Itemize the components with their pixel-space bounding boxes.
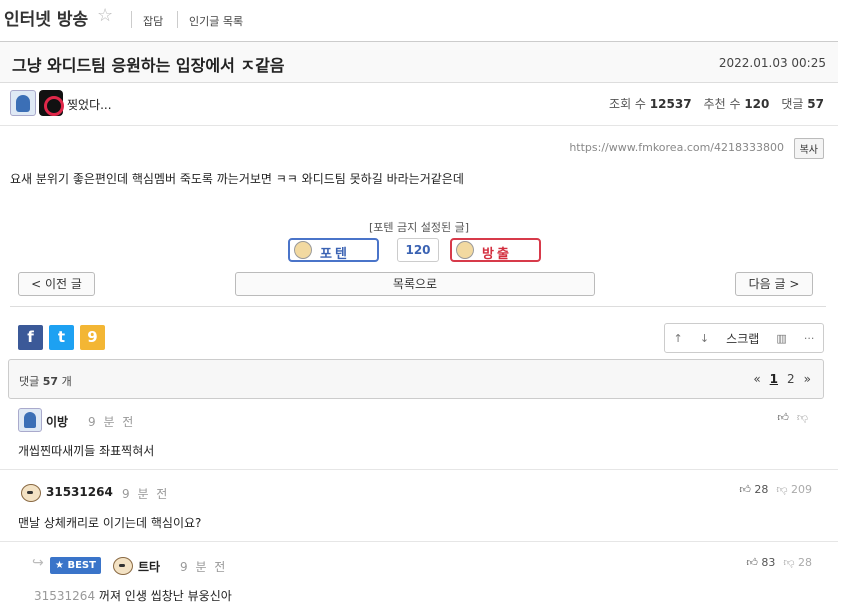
comment-item: 이방 9 분 전 👍︎ 👎︎ 개씹찐따새끼들 좌표찍혀서	[0, 400, 838, 470]
comment-count: 댓글 57 개	[19, 375, 72, 388]
views-stat: 조회 수 12537	[609, 97, 692, 111]
comment-text: 맨날 상체캐리로 이기는데 핵심이요?	[18, 516, 202, 530]
next-post-button[interactable]: 다음 글 >	[735, 272, 813, 296]
post-tools: ↑ ↓ 스크랩 ▥ ···	[664, 323, 824, 353]
upvote-count[interactable]: 👍︎ 83	[746, 556, 775, 569]
comment-pager: « 1 2 »	[753, 372, 811, 386]
arrow-up-icon[interactable]: ↑	[674, 332, 683, 345]
avatar[interactable]	[39, 90, 64, 116]
level-icon	[10, 90, 36, 116]
permalink-url[interactable]: https://www.fmkorea.com/4218333800	[569, 141, 784, 154]
author-name[interactable]: 찢었다...	[67, 96, 112, 113]
chart-icon[interactable]: ▥	[776, 332, 786, 345]
comment-author[interactable]: 트타	[138, 558, 160, 575]
category-link[interactable]: 잡담	[143, 13, 163, 29]
avatar[interactable]	[18, 480, 42, 504]
downvote-count[interactable]: 👎︎ 209	[776, 483, 812, 496]
top-bar: 인터넷 방송 ☆ 잡담 인기글 목록	[0, 0, 848, 40]
thumbs-up-icon[interactable]: 👍︎	[777, 411, 789, 424]
post-body: 요새 분위기 좋은편인데 핵심멤버 죽도록 까는거보면 ㅋㅋ 와디드팀 못하길 …	[10, 172, 464, 186]
comment-text: 개씹찐따새끼들 좌표찍혀서	[18, 444, 155, 458]
comment-item: 31531264 9 분 전 👍︎ 28 👎︎ 209 맨날 상체캐리로 이기는…	[0, 471, 838, 542]
post-meta: 찢었다... 조회 수 12537 추천 수 120 댓글 57	[0, 84, 838, 126]
upvote-label: 포텐	[320, 247, 350, 262]
downvote-label: 방출	[482, 247, 512, 262]
twitter-share-icon[interactable]: t	[49, 325, 74, 350]
facebook-share-icon[interactable]: f	[18, 325, 43, 350]
reply-arrow-icon: ↪	[32, 555, 44, 571]
thumbs-up-face-icon	[294, 241, 312, 259]
comment-time: 9 분 전	[122, 487, 170, 501]
comment-author[interactable]: 31531264	[46, 485, 113, 499]
popular-list-link[interactable]: 인기글 목록	[189, 13, 243, 29]
downvote-count[interactable]: 👎︎ 28	[783, 556, 812, 569]
more-icon[interactable]: ···	[804, 332, 815, 345]
vote-count: 120	[397, 238, 439, 262]
star-icon[interactable]: ☆	[97, 5, 113, 26]
avatar[interactable]	[110, 553, 134, 577]
comment-votes: 👍︎ 👎︎	[777, 411, 808, 424]
comment-votes: 👍︎ 28 👎︎ 209	[739, 483, 812, 496]
post-date: 2022.01.03 00:25	[718, 56, 826, 70]
recommends-stat: 추천 수 120	[703, 97, 770, 111]
prev-post-button[interactable]: < 이전 글	[18, 272, 95, 296]
comment-time: 9 분 전	[180, 560, 228, 574]
post-title: 그냥 와디드팀 응원하는 입장에서 ㅈ같음	[12, 56, 285, 75]
divider	[177, 11, 178, 28]
reply-comment-item: ↪ ★ BEST 트타 9 분 전 👍︎ 83 👎︎ 28 31531264 꺼…	[0, 543, 838, 609]
board-title[interactable]: 인터넷 방송	[4, 5, 88, 30]
kakao-share-icon[interactable]: 9	[80, 325, 105, 350]
upvote-count[interactable]: 👍︎ 28	[739, 483, 768, 496]
pager-next[interactable]: »	[804, 372, 811, 386]
post-stats: 조회 수 12537 추천 수 120 댓글 57	[609, 95, 824, 112]
reply-target[interactable]: 31531264	[34, 589, 95, 603]
divider	[131, 11, 132, 28]
scrap-button[interactable]: 스크랩	[726, 330, 759, 347]
thumbs-down-icon[interactable]: 👎︎	[797, 411, 808, 424]
comment-time: 9 분 전	[88, 415, 136, 429]
list-button[interactable]: 목록으로	[235, 272, 595, 296]
comment-text: 31531264 꺼져 인생 씹창난 뷰웅신아	[34, 589, 232, 603]
upvote-button[interactable]: 포텐	[288, 238, 379, 262]
comment-votes: 👍︎ 83 👎︎ 28	[746, 556, 812, 569]
comments-stat: 댓글 57	[781, 97, 824, 111]
best-badge: ★ BEST	[50, 557, 101, 574]
pager-prev[interactable]: «	[753, 372, 760, 386]
comment-author[interactable]: 이방	[46, 413, 68, 430]
no-foten-notice: [포텐 금지 설정된 글]	[368, 221, 470, 234]
page-link[interactable]: 1	[770, 372, 778, 386]
comment-header: 댓글 57 개 « 1 2 »	[8, 359, 824, 399]
arrow-down-icon[interactable]: ↓	[700, 332, 709, 345]
thumbs-down-face-icon	[456, 241, 474, 259]
post-title-bar: 그냥 와디드팀 응원하는 입장에서 ㅈ같음 2022.01.03 00:25	[0, 41, 838, 83]
page-link[interactable]: 2	[787, 372, 795, 386]
level-icon	[18, 408, 42, 432]
downvote-button[interactable]: 방출	[450, 238, 541, 262]
divider	[10, 306, 826, 307]
copy-url-button[interactable]: 복사	[793, 138, 824, 159]
